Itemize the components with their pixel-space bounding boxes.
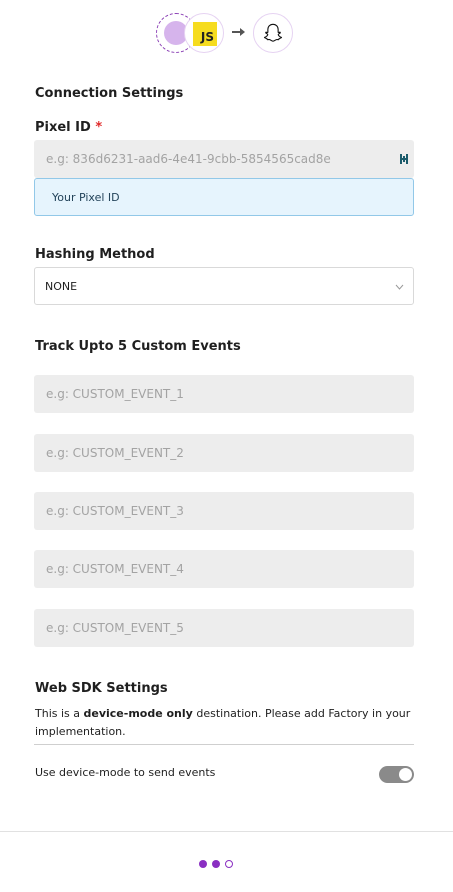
- step-dot-3[interactable]: [225, 860, 233, 868]
- desc-prefix: This is a: [35, 707, 84, 720]
- javascript-icon: JS: [184, 13, 224, 53]
- pixel-id-label: Pixel ID *: [35, 120, 102, 135]
- pixel-id-placeholder: e.g: 836d6231-aad6-4e41-9cbb-5854565cad8…: [46, 152, 331, 166]
- custom-event-input-3[interactable]: e.g: CUSTOM_EVENT_3: [34, 492, 414, 530]
- custom-event-input-5[interactable]: e.g: CUSTOM_EVENT_5: [34, 609, 414, 647]
- source-icons: JS: [156, 13, 224, 53]
- device-mode-toggle-label: Use device-mode to send events: [35, 766, 216, 779]
- step-dot-2[interactable]: [212, 860, 220, 868]
- custom-event-placeholder: e.g: CUSTOM_EVENT_3: [46, 504, 184, 518]
- required-mark: *: [95, 120, 103, 135]
- step-pagination: [199, 860, 233, 869]
- arrow-right-icon: [232, 28, 245, 36]
- custom-events-title: Track Upto 5 Custom Events: [35, 339, 241, 354]
- custom-event-placeholder: e.g: CUSTOM_EVENT_4: [46, 562, 184, 576]
- footer-divider: [0, 831, 453, 832]
- js-logo: JS: [193, 22, 217, 46]
- toggle-knob: [399, 768, 412, 781]
- snapchat-ghost-icon: [253, 13, 293, 53]
- connection-flow-header: JS: [0, 13, 453, 53]
- web-sdk-settings-title: Web SDK Settings: [35, 681, 168, 696]
- custom-event-input-2[interactable]: e.g: CUSTOM_EVENT_2: [34, 434, 414, 472]
- hashing-method-value: NONE: [45, 279, 78, 293]
- hashing-method-select[interactable]: NONE: [34, 267, 414, 305]
- divider: [34, 744, 414, 745]
- pixel-id-input[interactable]: e.g: 836d6231-aad6-4e41-9cbb-5854565cad8…: [34, 140, 414, 178]
- device-mode-toggle[interactable]: [379, 766, 414, 783]
- custom-event-placeholder: e.g: CUSTOM_EVENT_1: [46, 387, 184, 401]
- step-dot-1[interactable]: [199, 860, 207, 868]
- connection-settings-title: Connection Settings: [35, 86, 184, 101]
- pixel-id-hint: Your Pixel ID: [34, 178, 414, 216]
- pixel-id-label-text: Pixel ID: [35, 120, 91, 135]
- chevron-down-icon: [395, 284, 404, 290]
- custom-event-input-4[interactable]: e.g: CUSTOM_EVENT_4: [34, 550, 414, 588]
- custom-event-input-1[interactable]: e.g: CUSTOM_EVENT_1: [34, 375, 414, 413]
- custom-event-placeholder: e.g: CUSTOM_EVENT_5: [46, 621, 184, 635]
- password-manager-icon[interactable]: [400, 153, 410, 165]
- hashing-method-label: Hashing Method: [35, 247, 155, 262]
- custom-event-placeholder: e.g: CUSTOM_EVENT_2: [46, 446, 184, 460]
- desc-bold: device-mode only: [83, 707, 193, 720]
- web-sdk-description: This is a device-mode only destination. …: [35, 705, 415, 741]
